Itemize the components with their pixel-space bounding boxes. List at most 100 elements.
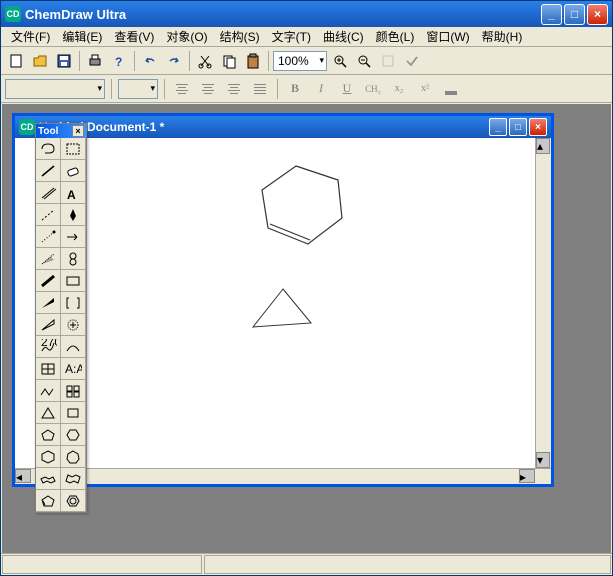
bond-tool-icon[interactable] (36, 160, 61, 182)
tool-palette-titlebar[interactable]: Tool × (36, 124, 86, 138)
doc-close-button[interactable]: × (529, 118, 547, 136)
formula-button[interactable]: CH₂ (362, 78, 384, 100)
pen-tool-icon[interactable] (61, 204, 86, 226)
align-center-icon[interactable] (197, 78, 219, 100)
heptagon-tool-icon[interactable] (61, 446, 86, 468)
chair-tool-icon[interactable] (36, 468, 61, 490)
bold-bond-icon[interactable] (36, 270, 61, 292)
menu-text[interactable]: 文字(T) (266, 26, 317, 47)
open-icon[interactable] (29, 50, 51, 72)
svg-text:A: A (67, 188, 76, 201)
bracket-tool-icon[interactable] (61, 292, 86, 314)
align-right-icon[interactable] (223, 78, 245, 100)
standard-toolbar: ? 100% (1, 47, 612, 75)
mdi-area: CD Untitled Document-1 * _ □ × ▴ (2, 104, 611, 553)
triangle-shape[interactable] (245, 283, 325, 343)
menu-window[interactable]: 窗口(W) (420, 26, 475, 47)
align-left-icon[interactable] (171, 78, 193, 100)
status-pane-2 (204, 555, 611, 574)
text-tool-icon[interactable]: A (61, 182, 86, 204)
hollow-wedge-icon[interactable] (36, 314, 61, 336)
bold-button[interactable]: B (284, 78, 306, 100)
cyclopentadiene-icon[interactable] (36, 490, 61, 512)
hexagon2-tool-icon[interactable] (36, 446, 61, 468)
benzene-tool-icon[interactable] (61, 490, 86, 512)
minimize-button[interactable]: _ (541, 4, 562, 25)
tool-palette-title: Tool (38, 126, 72, 137)
menu-edit[interactable]: 编辑(E) (56, 26, 108, 47)
menu-curve[interactable]: 曲线(C) (317, 26, 370, 47)
scroll-down-icon[interactable]: ▾ (536, 452, 550, 468)
cut-icon[interactable] (194, 50, 216, 72)
close-button[interactable]: × (587, 4, 608, 25)
scroll-up-icon[interactable]: ▴ (536, 138, 550, 154)
table-tool-icon[interactable] (36, 358, 61, 380)
superscript-button[interactable]: x² (414, 78, 436, 100)
redo-icon[interactable] (163, 50, 185, 72)
square-tool-icon[interactable] (61, 402, 86, 424)
menu-color[interactable]: 颜色(L) (370, 26, 421, 47)
benzene-shape[interactable] (250, 158, 350, 258)
vertical-scrollbar[interactable]: ▴ ▾ (535, 138, 551, 468)
lasso-tool-icon[interactable] (36, 138, 61, 160)
zoom-combo[interactable]: 100% (273, 51, 327, 71)
scroll-right-icon[interactable]: ▸ (519, 469, 535, 483)
paste-icon[interactable] (242, 50, 264, 72)
rectangle-tool-icon[interactable] (61, 270, 86, 292)
multi-bond-tool-icon[interactable] (36, 182, 61, 204)
check-icon[interactable] (401, 50, 423, 72)
wedge-dash-icon[interactable] (36, 248, 61, 270)
eraser-tool-icon[interactable] (61, 160, 86, 182)
app-icon: CD (5, 6, 21, 22)
underline-button[interactable]: U (336, 78, 358, 100)
hexagon-tool-icon[interactable] (61, 424, 86, 446)
arc-tool-icon[interactable] (61, 336, 86, 358)
color-button[interactable] (440, 78, 462, 100)
hash-bond-icon[interactable] (36, 226, 61, 248)
horizontal-scrollbar[interactable]: ◂ ▸ (15, 468, 551, 484)
menu-object[interactable]: 对象(O) (160, 26, 213, 47)
wedge-tool-icon[interactable] (36, 292, 61, 314)
atom-label-icon[interactable]: A:A (61, 358, 86, 380)
marquee-tool-icon[interactable] (61, 138, 86, 160)
size-combo[interactable] (118, 79, 158, 99)
help-icon[interactable]: ? (108, 50, 130, 72)
align-justify-icon[interactable] (249, 78, 271, 100)
tool-palette-close-icon[interactable]: × (72, 125, 84, 137)
triangle-outline-icon[interactable] (36, 402, 61, 424)
zoom-in-icon[interactable] (329, 50, 351, 72)
arrow-tool-icon[interactable] (61, 226, 86, 248)
pentagon-tool-icon[interactable] (36, 424, 61, 446)
titlebar: CD ChemDraw Ultra _ □ × (1, 1, 612, 27)
copy-icon[interactable] (218, 50, 240, 72)
menu-structure[interactable]: 结构(S) (214, 26, 266, 47)
menu-help[interactable]: 帮助(H) (476, 26, 529, 47)
new-icon[interactable] (5, 50, 27, 72)
save-icon[interactable] (53, 50, 75, 72)
doc-maximize-button[interactable]: □ (509, 118, 527, 136)
canvas[interactable] (15, 138, 551, 468)
document-titlebar: CD Untitled Document-1 * _ □ × (15, 116, 551, 138)
zoom-out-icon[interactable] (353, 50, 375, 72)
maximize-button[interactable]: □ (564, 4, 585, 25)
main-window: CD ChemDraw Ultra _ □ × 文件(F) 编辑(E) 查看(V… (0, 0, 613, 576)
plus-tool-icon[interactable] (61, 314, 86, 336)
doc-minimize-button[interactable]: _ (489, 118, 507, 136)
undo-icon[interactable] (139, 50, 161, 72)
template-tool-icon[interactable] (61, 380, 86, 402)
subscript-button[interactable]: x₂ (388, 78, 410, 100)
chair2-tool-icon[interactable] (61, 468, 86, 490)
menu-file[interactable]: 文件(F) (5, 26, 56, 47)
tool-icon[interactable] (377, 50, 399, 72)
scroll-left-icon[interactable]: ◂ (15, 469, 31, 483)
chain-tool-icon[interactable] (36, 380, 61, 402)
menu-view[interactable]: 查看(V) (108, 26, 160, 47)
wavy-bond-icon[interactable]: 270 (36, 336, 61, 358)
font-combo[interactable] (5, 79, 105, 99)
tool-palette: Tool × A 270 A:A (35, 123, 87, 513)
dashed-bond-icon[interactable] (36, 204, 61, 226)
italic-button[interactable]: I (310, 78, 332, 100)
orbital-tool-icon[interactable] (61, 248, 86, 270)
format-toolbar: B I U CH₂ x₂ x² (1, 75, 612, 103)
print-icon[interactable] (84, 50, 106, 72)
